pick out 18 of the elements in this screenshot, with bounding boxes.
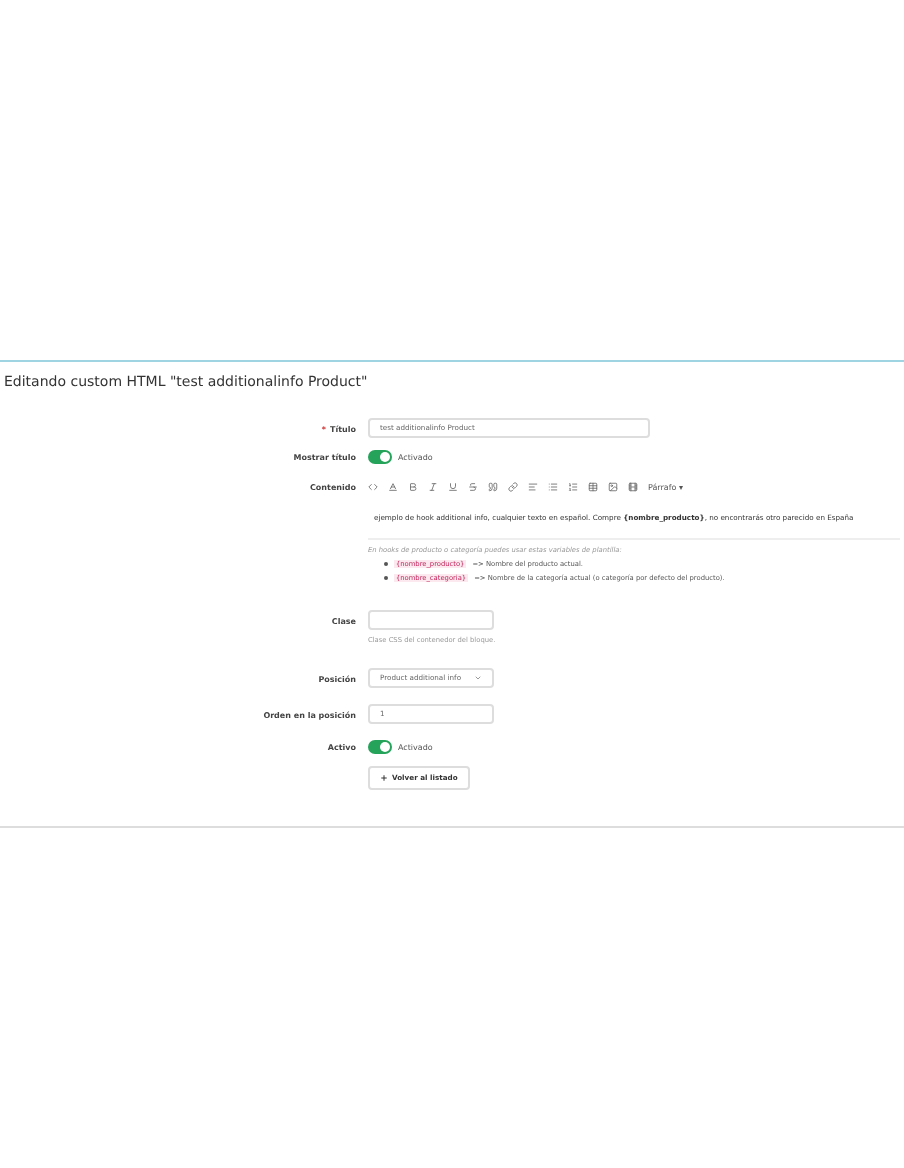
bold-icon[interactable] xyxy=(408,481,418,491)
toggle-switch[interactable] xyxy=(368,740,392,754)
code-icon[interactable] xyxy=(368,481,378,491)
underline-icon[interactable] xyxy=(448,481,458,491)
list-icon[interactable] xyxy=(548,481,558,491)
align-icon[interactable] xyxy=(528,481,538,491)
numbered-list-icon[interactable] xyxy=(568,481,578,491)
plus-icon xyxy=(380,774,388,782)
toggle-switch[interactable] xyxy=(368,450,392,464)
italic-icon[interactable] xyxy=(428,481,438,491)
text-color-icon[interactable] xyxy=(388,481,398,491)
input-field[interactable] xyxy=(368,610,494,630)
quote-icon[interactable] xyxy=(488,481,498,491)
image-icon[interactable] xyxy=(608,481,618,491)
link-icon[interactable] xyxy=(508,481,518,491)
media-icon[interactable] xyxy=(628,481,638,491)
strikethrough-icon[interactable] xyxy=(468,481,478,491)
table-icon[interactable] xyxy=(588,481,598,491)
